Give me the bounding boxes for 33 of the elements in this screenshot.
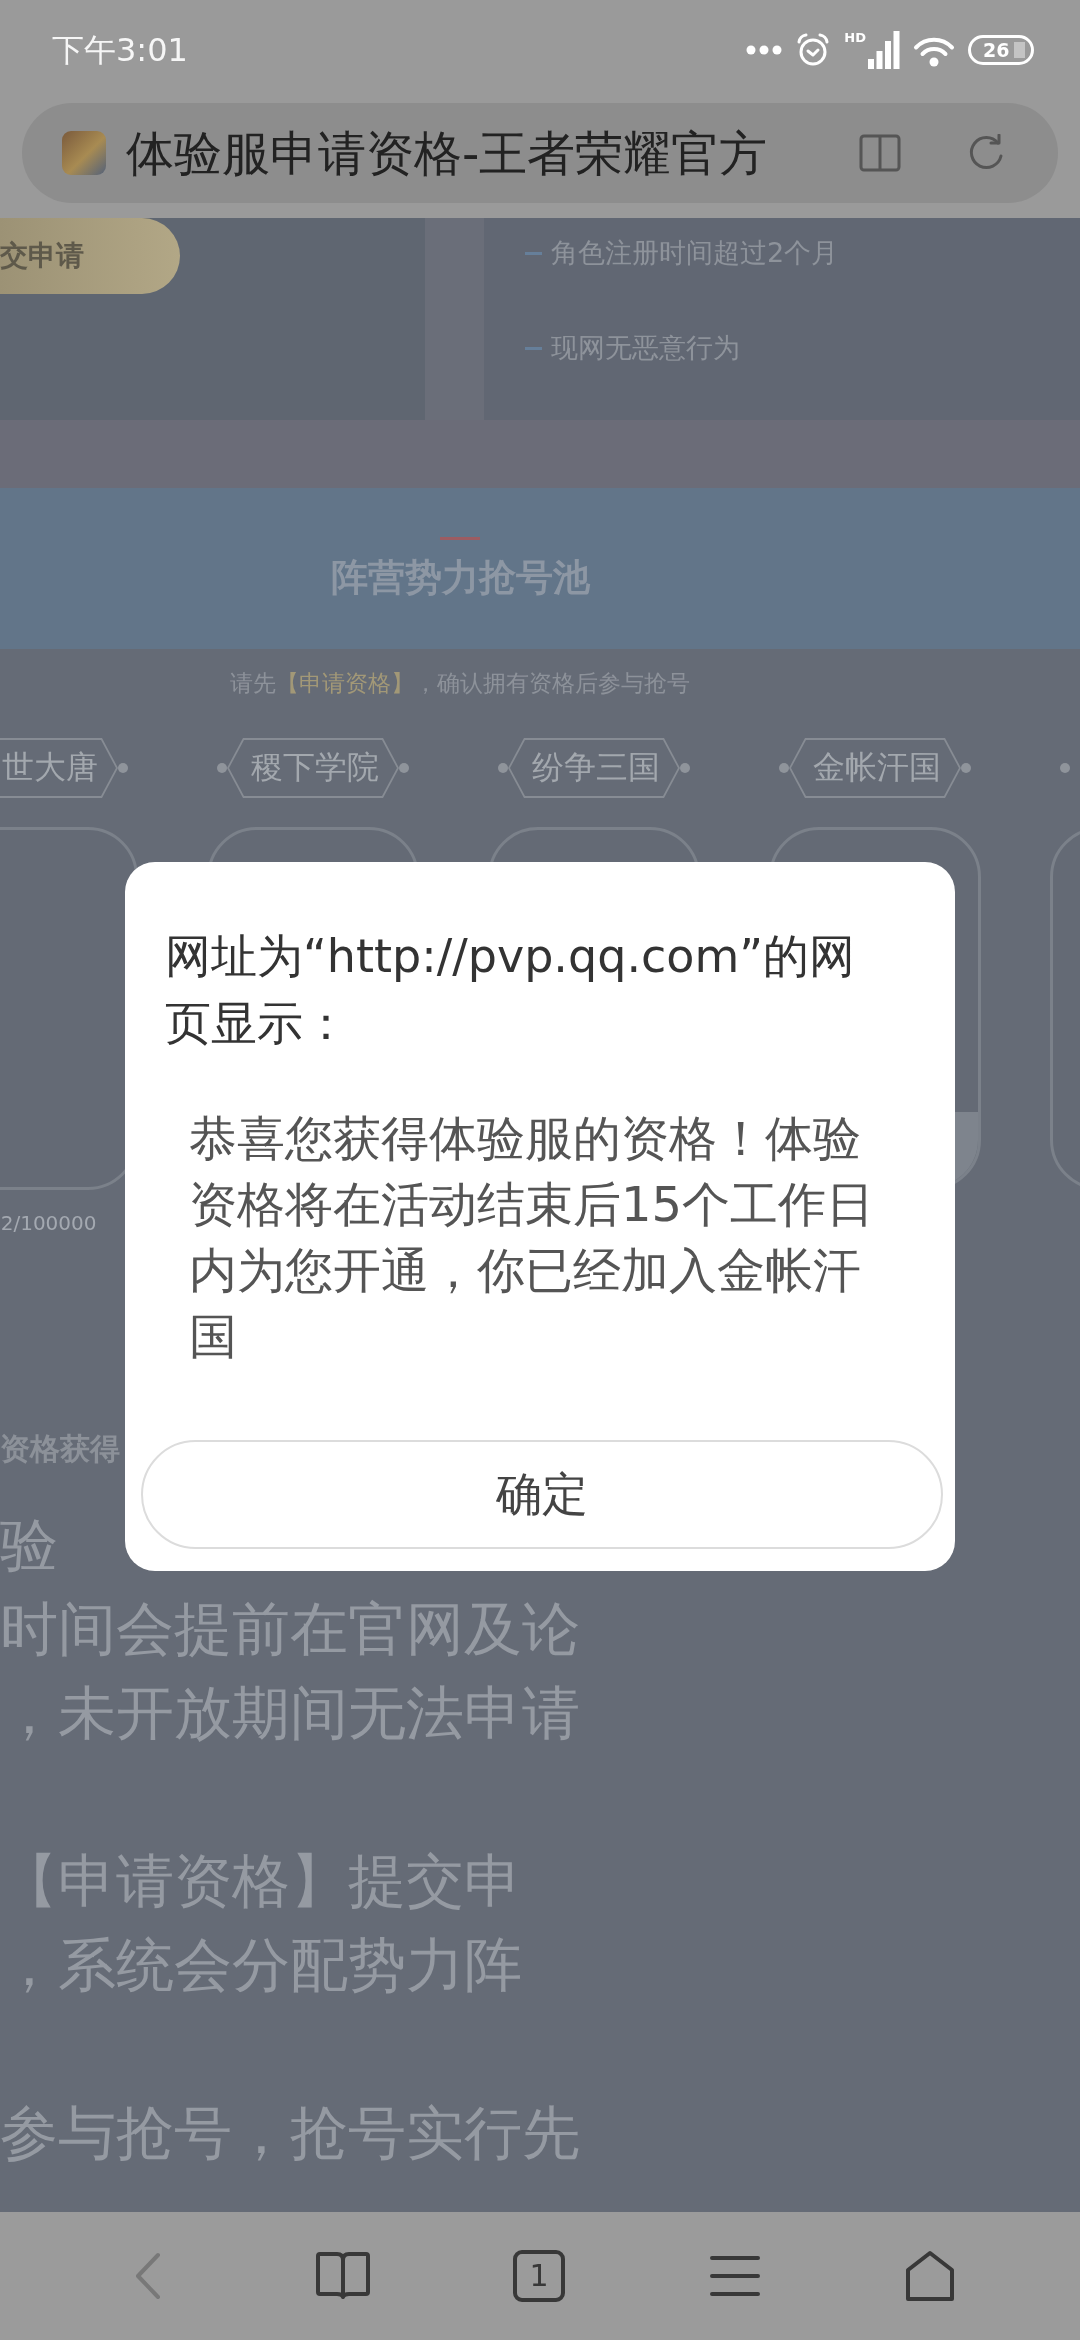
page-title: 体验服申请资格-王者荣耀官方 <box>126 124 769 183</box>
tag-dot-icon <box>118 763 128 773</box>
network-type-label: HD <box>844 31 866 45</box>
battery-percent: 26 <box>983 40 1010 60</box>
bullet-dash-icon <box>525 251 542 255</box>
favicon-icon <box>62 131 106 175</box>
tabs-button[interactable]: 1 <box>513 2250 565 2302</box>
book-icon[interactable] <box>859 134 901 172</box>
dialog-title: 网址为“http://pvp.qq.com”的网页显示： <box>165 928 857 1052</box>
menu-icon[interactable] <box>709 2254 760 2298</box>
book-icon[interactable] <box>315 2250 372 2302</box>
tag-dot-icon <box>779 763 789 773</box>
address-bar[interactable]: 体验服申请资格-王者荣耀官方 <box>22 103 1058 203</box>
tag-dot-icon <box>399 763 409 773</box>
accent-bar <box>440 537 480 540</box>
tag-dot-icon <box>680 763 690 773</box>
ok-button[interactable]: 确定 <box>141 1440 943 1549</box>
bullet-dash-icon <box>525 346 542 350</box>
tag-dot-icon <box>1060 763 1070 773</box>
status-time: 下午3:01 <box>52 30 188 70</box>
submit-button[interactable]: 交申请 <box>0 218 180 294</box>
more-dots-icon <box>746 45 783 55</box>
dialog-message: 恭喜您获得体验服的资格！体验资格将在活动结束后15个工作日内为您开通，你已经加入金帐汗国 <box>189 1109 876 1366</box>
home-icon[interactable] <box>905 2250 956 2302</box>
tag-dot-icon <box>217 763 227 773</box>
tag-dot-icon <box>498 763 508 773</box>
faction-count: 2/100000 <box>0 1210 97 1236</box>
faction-label: 稷下学院 <box>227 738 399 798</box>
faction-label: 纷争三国 <box>508 738 680 798</box>
signal-icon <box>868 31 900 69</box>
tag-dot-icon <box>961 763 971 773</box>
refresh-icon[interactable] <box>967 134 1005 172</box>
faction-label: 金帐汗国 <box>789 738 961 798</box>
